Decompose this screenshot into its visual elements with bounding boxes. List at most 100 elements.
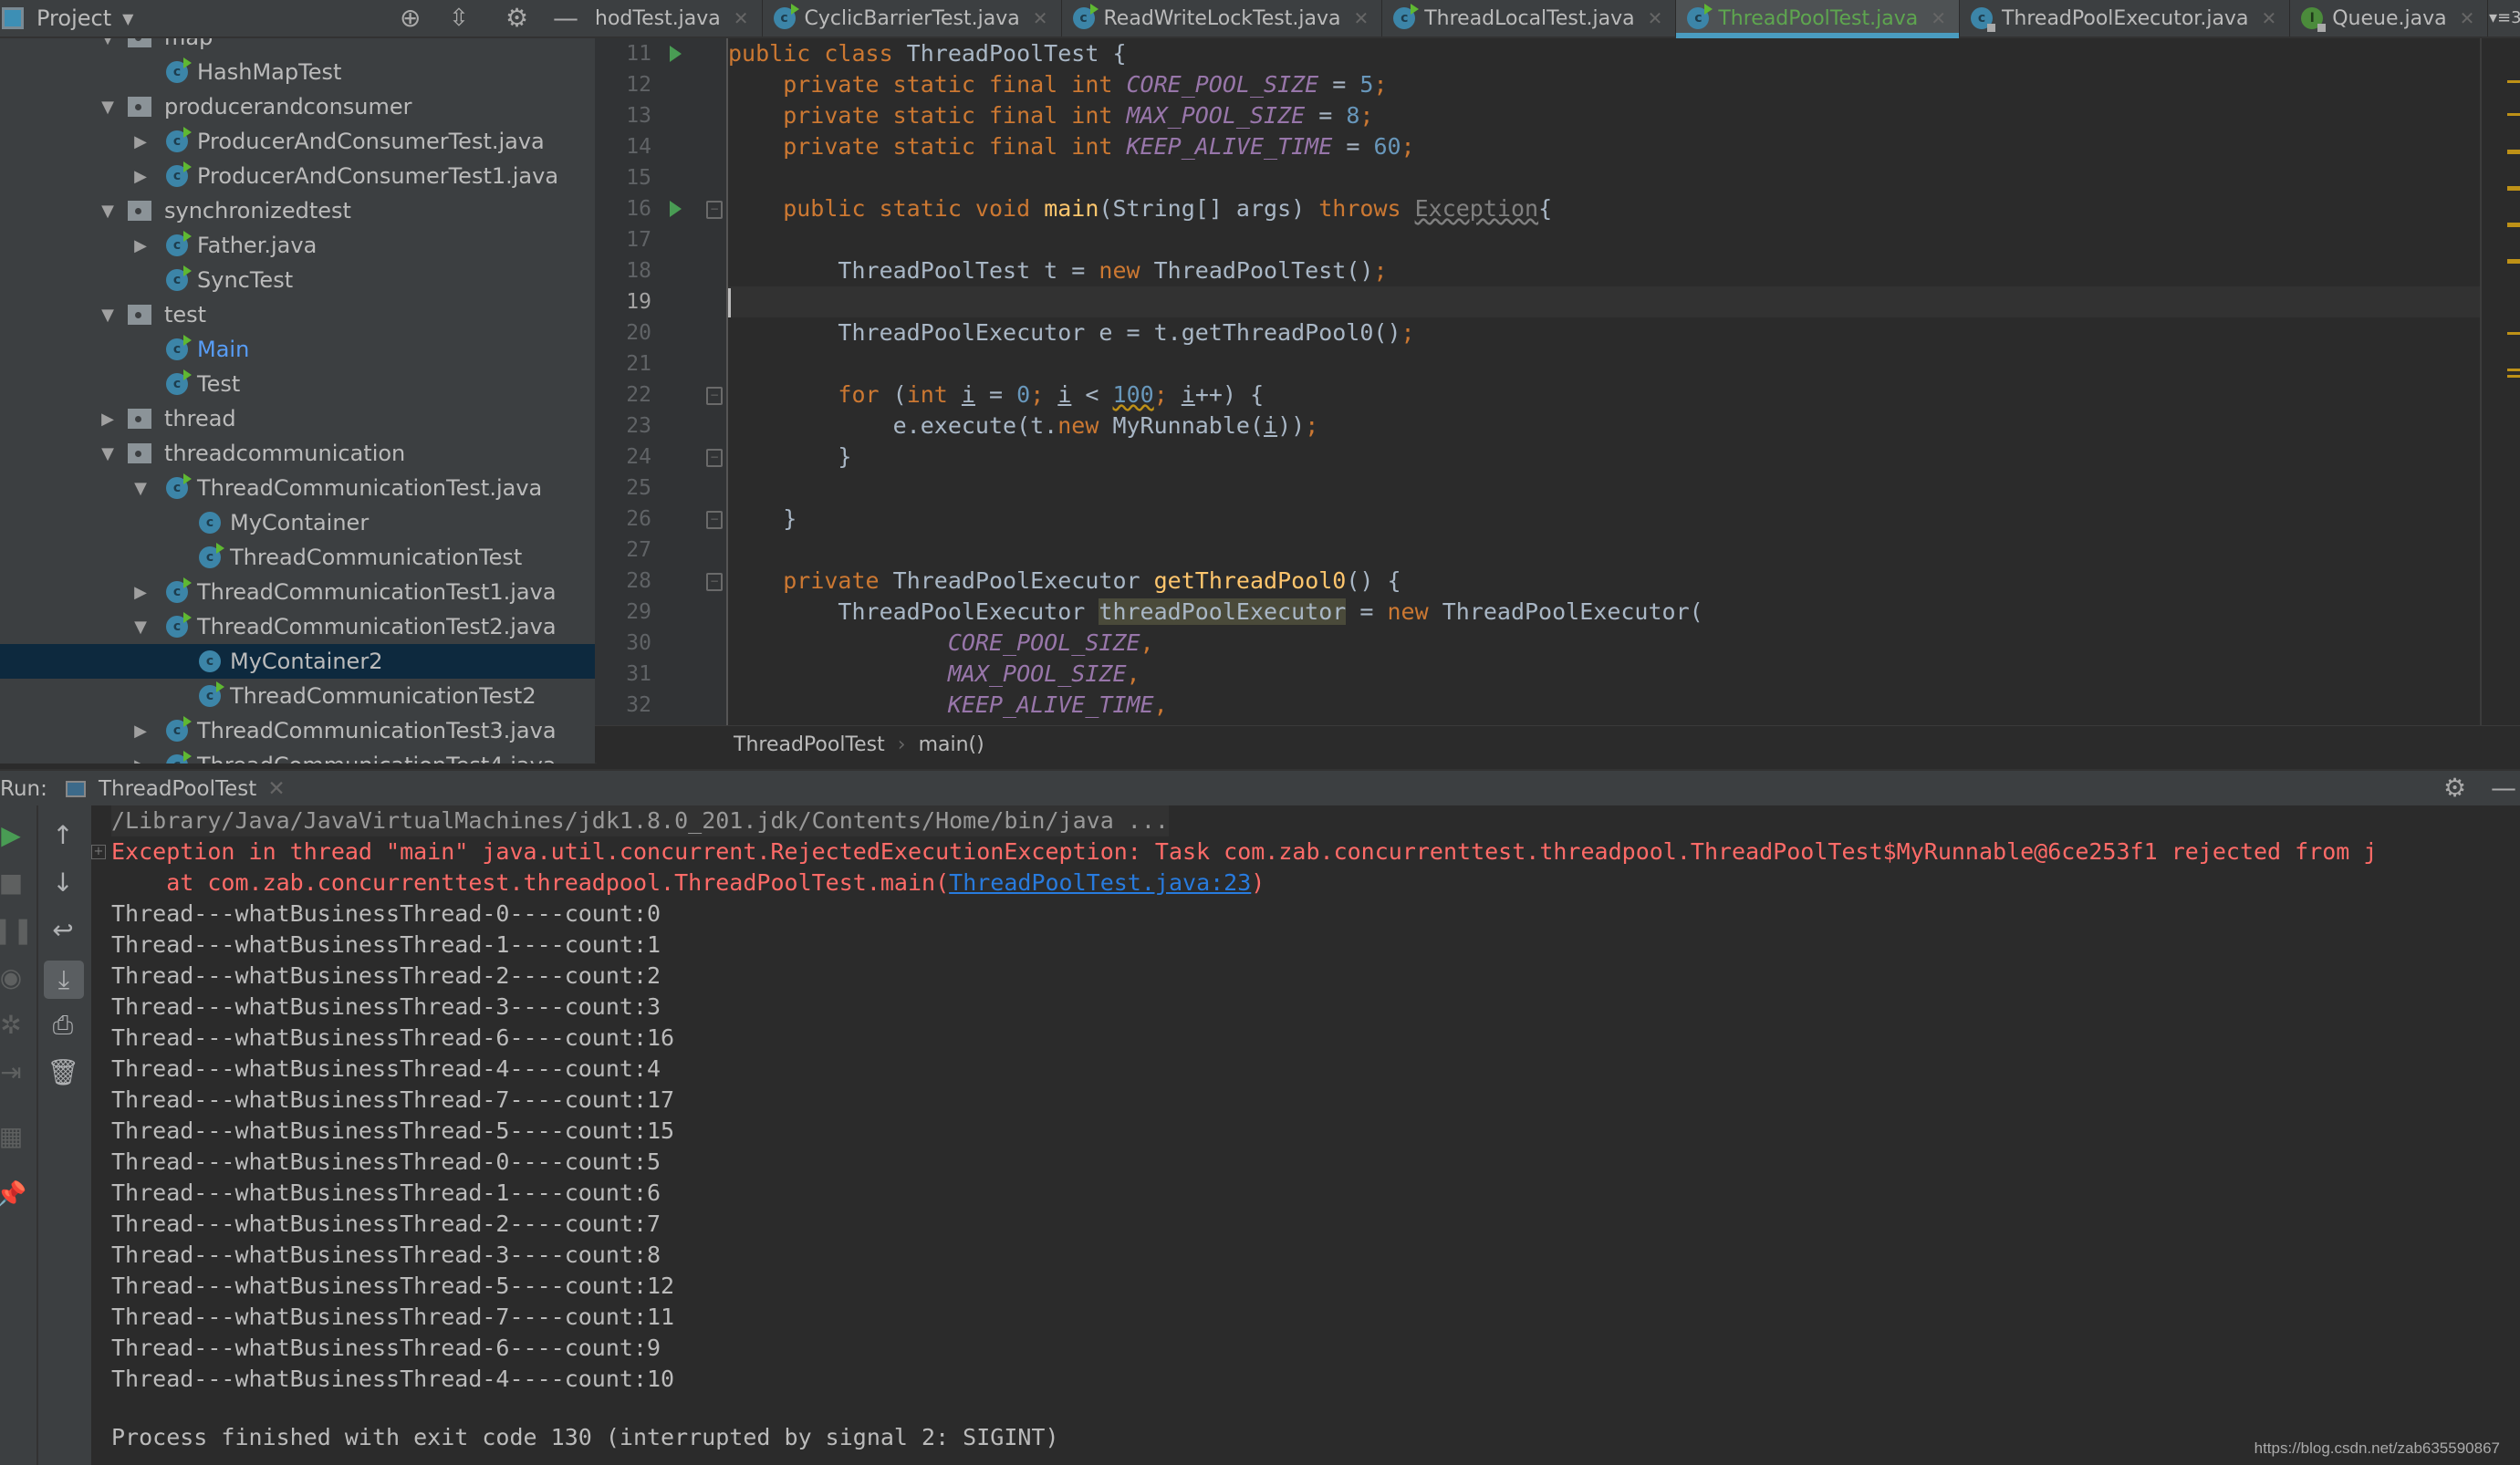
warning-mark[interactable] xyxy=(2507,369,2520,371)
tree-item[interactable]: c MyContainer xyxy=(0,505,595,540)
tab-overflow-button[interactable]: ▾≡3 xyxy=(2489,0,2520,36)
tree-item[interactable]: ▶ c ThreadCommunicationTest4.java xyxy=(0,748,595,764)
run-gutter-icon[interactable] xyxy=(670,201,682,217)
warning-mark[interactable] xyxy=(2507,80,2520,83)
tab-cyclicbarriertest[interactable]: c CyclicBarrierTest.java ✕ xyxy=(763,0,1062,36)
warning-mark[interactable] xyxy=(2507,259,2520,264)
warning-mark[interactable] xyxy=(2507,186,2520,191)
arrow-up-icon[interactable]: ↑ xyxy=(43,820,83,850)
breadcrumb-class[interactable]: ThreadPoolTest xyxy=(734,733,885,756)
close-icon[interactable]: ✕ xyxy=(1648,7,1663,29)
exit-icon[interactable]: ⇥ xyxy=(0,1057,31,1087)
console-output[interactable]: /Library/Java/JavaVirtualMachines/jdk1.8… xyxy=(91,805,2520,1465)
tab-readwritelocktest[interactable]: c ReadWriteLockTest.java ✕ xyxy=(1062,0,1383,36)
fold-icon[interactable]: − xyxy=(706,511,723,529)
debug-icon[interactable]: ✲ xyxy=(0,1010,31,1040)
expand-arrow[interactable]: ▼ xyxy=(97,444,119,463)
collapse-arrow[interactable]: ▶ xyxy=(130,132,151,151)
rerun-icon[interactable]: ▶ xyxy=(0,820,31,850)
expand-icon[interactable]: + xyxy=(91,845,106,859)
expand-arrow[interactable]: ▼ xyxy=(130,479,151,498)
hide-panel-icon[interactable]: — xyxy=(2491,773,2516,803)
tree-item[interactable]: c Main xyxy=(0,332,595,367)
close-icon[interactable]: ✕ xyxy=(2460,7,2475,29)
run-tab[interactable]: ThreadPoolTest ✕ xyxy=(66,771,321,807)
close-icon[interactable]: ✕ xyxy=(2261,7,2276,29)
tree-item[interactable]: ▶ thread xyxy=(0,401,595,436)
tree-item[interactable]: c ThreadCommunicationTest xyxy=(0,540,595,575)
pin-icon[interactable]: 📌 xyxy=(0,1179,31,1210)
tree-item[interactable]: ▶ c ProducerAndConsumerTest.java xyxy=(0,124,595,159)
arrow-down-icon[interactable]: ↓ xyxy=(43,868,83,898)
project-view-selector[interactable]: Project xyxy=(36,5,111,31)
code-editor[interactable]: public class ThreadPoolTest { private st… xyxy=(728,38,2480,725)
warning-mark[interactable] xyxy=(2507,223,2520,227)
fold-icon[interactable]: − xyxy=(706,573,723,591)
tab-threadpooltest[interactable]: c ThreadPoolTest.java ✕ xyxy=(1676,0,1960,38)
soft-wrap-icon[interactable]: ↩ xyxy=(43,915,83,945)
collapse-arrow[interactable]: ▶ xyxy=(130,756,151,764)
tree-item[interactable]: ▼ threadcommunication xyxy=(0,436,595,471)
collapse-arrow[interactable]: ▶ xyxy=(130,167,151,186)
tree-item[interactable]: ▼ test xyxy=(0,297,595,332)
breadcrumb-method[interactable]: main() xyxy=(919,733,984,756)
tree-item[interactable]: c HashMapTest xyxy=(0,55,595,89)
tree-item[interactable]: c Test xyxy=(0,367,595,401)
tree-item[interactable]: ▼ synchronizedtest xyxy=(0,193,595,228)
tab-queue[interactable]: I Queue.java ✕ xyxy=(2290,0,2489,36)
gear-icon[interactable]: ⚙ xyxy=(2443,773,2466,803)
stop-icon[interactable]: ■ xyxy=(0,868,31,898)
collapse-arrow[interactable]: ▶ xyxy=(130,236,151,255)
fold-icon[interactable]: − xyxy=(706,201,723,219)
editor-error-stripe[interactable] xyxy=(2480,38,2520,725)
tab-threadlocaltest[interactable]: c ThreadLocalTest.java ✕ xyxy=(1382,0,1677,36)
fold-icon[interactable]: − xyxy=(706,449,723,467)
warning-mark[interactable] xyxy=(2507,150,2520,154)
locate-icon[interactable]: ⊕ xyxy=(400,4,421,33)
expand-arrow[interactable]: ▼ xyxy=(97,306,119,325)
pause-icon[interactable]: ❚❚ xyxy=(0,915,34,945)
tab-threadpoolexecutor[interactable]: c ThreadPoolExecutor.java ✕ xyxy=(1960,0,2291,36)
hide-panel-icon[interactable]: — xyxy=(553,4,578,33)
collapse-arrow[interactable]: ▶ xyxy=(130,583,151,602)
tree-item-label: Father.java xyxy=(197,233,318,258)
stack-trace-link[interactable]: ThreadPoolTest.java:23 xyxy=(949,869,1251,896)
trash-icon[interactable]: 🗑 xyxy=(43,1057,83,1087)
camera-icon[interactable]: ◉ xyxy=(0,962,31,992)
run-gutter-icon[interactable] xyxy=(670,46,682,62)
collapse-all-icon[interactable]: ⇳ xyxy=(449,4,469,33)
fold-icon[interactable]: − xyxy=(706,387,723,405)
expand-arrow[interactable]: ▼ xyxy=(97,38,119,47)
tree-item[interactable]: ▶ c Father.java xyxy=(0,228,595,263)
close-icon[interactable]: ✕ xyxy=(1931,7,1946,29)
tree-item[interactable]: c SyncTest xyxy=(0,263,595,297)
tab-hodtest[interactable]: hodTest.java ✕ xyxy=(595,0,763,36)
print-icon[interactable]: ⎙ xyxy=(43,1010,83,1041)
tree-item[interactable]: ▶ c ThreadCommunicationTest1.java xyxy=(0,575,595,609)
tree-item[interactable]: ▶ c ProducerAndConsumerTest1.java xyxy=(0,159,595,193)
tree-item[interactable]: c ThreadCommunicationTest2 xyxy=(0,679,595,713)
tree-item[interactable]: ▼ producerandconsumer xyxy=(0,89,595,124)
collapse-arrow[interactable]: ▶ xyxy=(97,410,119,429)
close-icon[interactable]: ✕ xyxy=(1353,7,1369,29)
expand-arrow[interactable]: ▼ xyxy=(97,98,119,117)
code-line: ThreadPoolExecutor e = t.getThreadPool0(… xyxy=(728,319,1415,346)
expand-arrow[interactable]: ▼ xyxy=(97,202,119,221)
close-icon[interactable]: ✕ xyxy=(734,7,749,29)
warning-mark[interactable] xyxy=(2507,375,2520,378)
layout-icon[interactable]: ▦ xyxy=(0,1121,31,1151)
tree-item[interactable]: ▼ map xyxy=(0,38,595,55)
gear-icon[interactable]: ⚙ xyxy=(505,4,528,33)
tree-item-selected[interactable]: c MyContainer2 xyxy=(0,644,595,679)
close-icon[interactable]: ✕ xyxy=(267,777,285,801)
expand-arrow[interactable]: ▼ xyxy=(130,618,151,637)
chevron-down-icon[interactable]: ▼ xyxy=(122,10,133,27)
close-icon[interactable]: ✕ xyxy=(1033,7,1048,29)
tree-item[interactable]: ▼ c ThreadCommunicationTest2.java xyxy=(0,609,595,644)
scroll-to-end-icon[interactable]: ⤓ xyxy=(44,961,84,999)
tree-item[interactable]: ▼ c ThreadCommunicationTest.java xyxy=(0,471,595,505)
warning-mark[interactable] xyxy=(2507,113,2520,116)
warning-mark[interactable] xyxy=(2507,332,2520,335)
collapse-arrow[interactable]: ▶ xyxy=(130,722,151,741)
tree-item[interactable]: ▶ c ThreadCommunicationTest3.java xyxy=(0,713,595,748)
